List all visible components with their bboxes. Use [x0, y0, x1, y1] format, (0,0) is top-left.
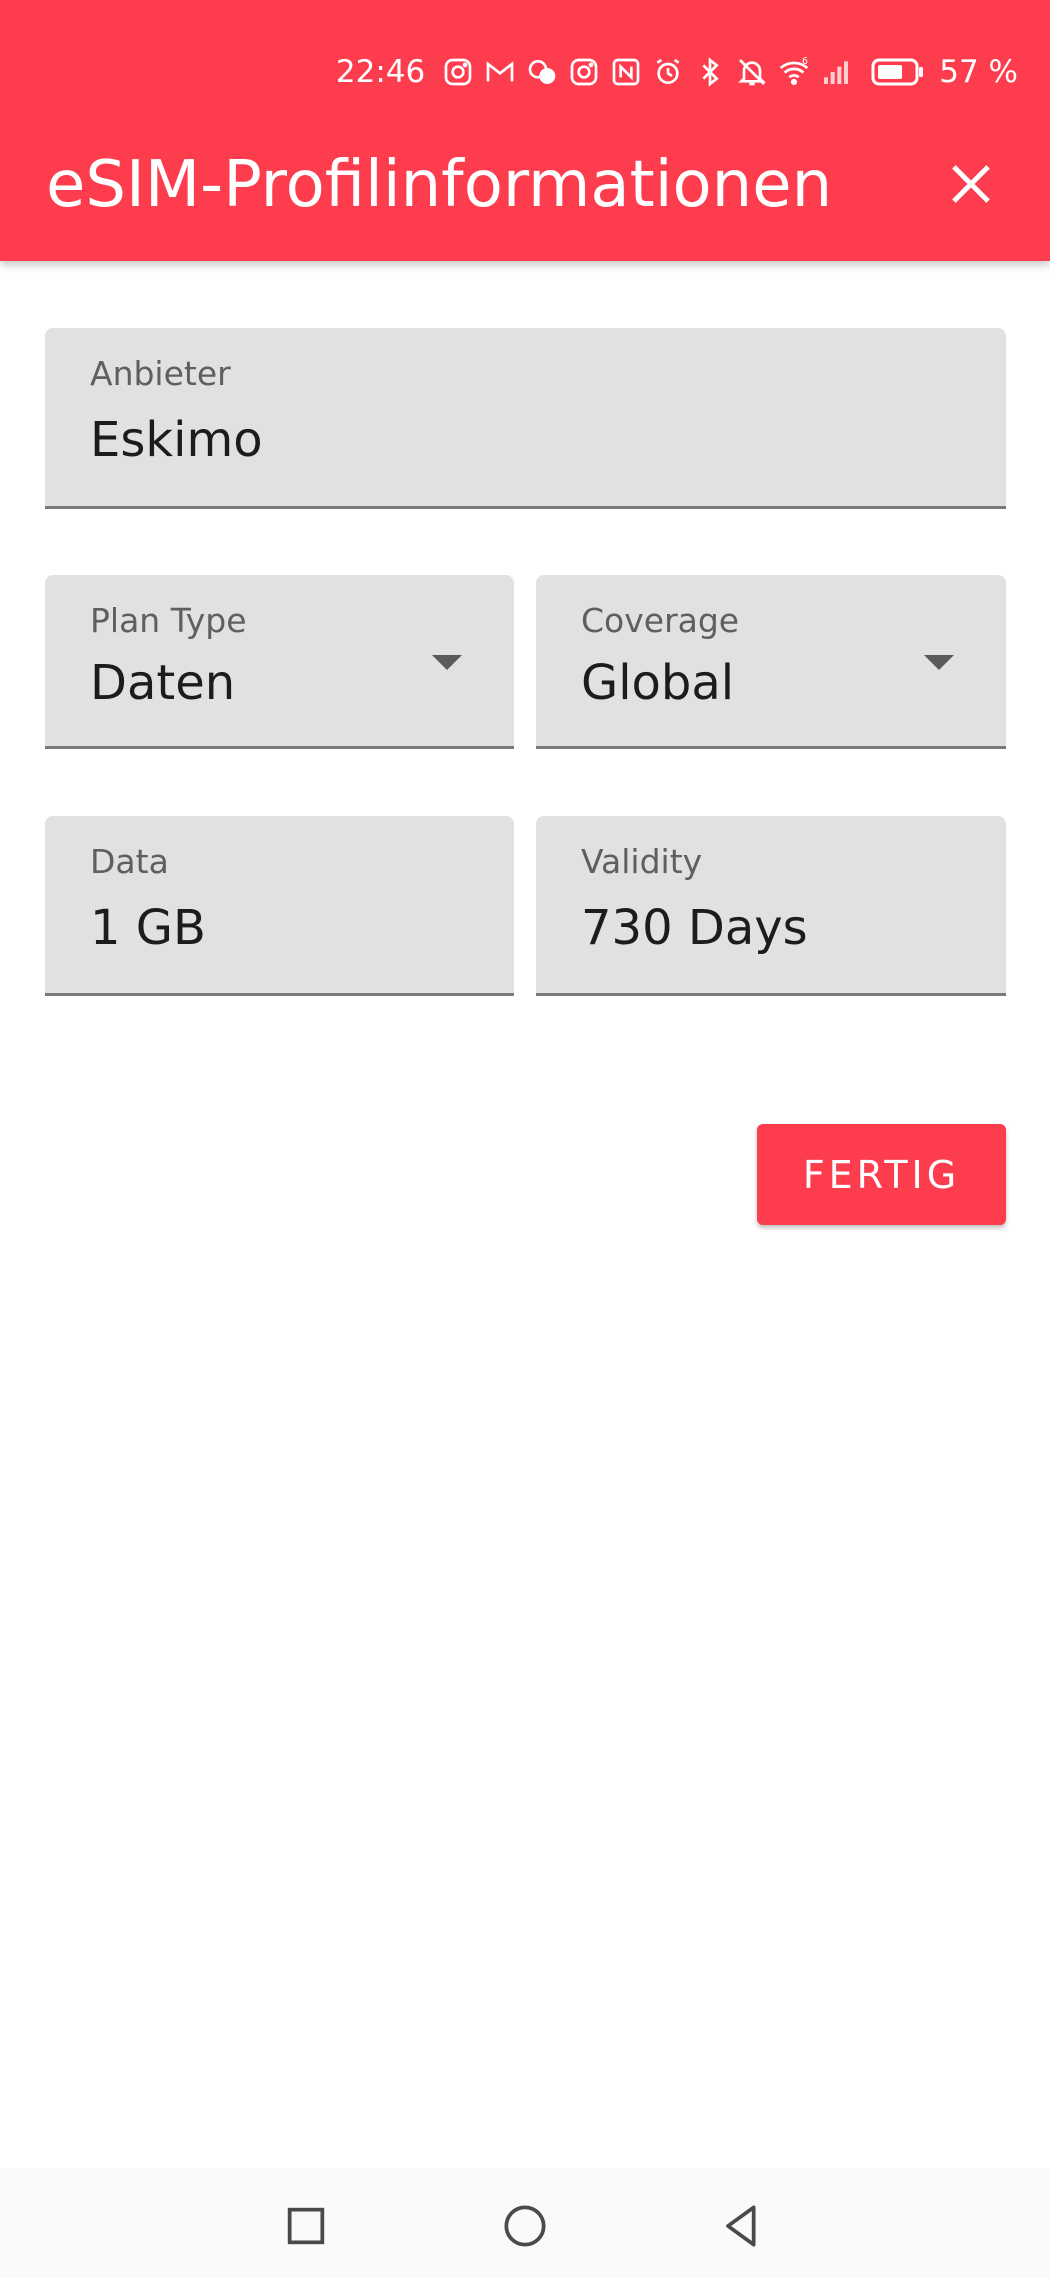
plan-type-select[interactable]: Plan Type Daten — [45, 575, 514, 749]
instagram-icon — [566, 54, 602, 90]
coverage-select[interactable]: Coverage Global — [536, 575, 1006, 749]
data-value: 1 GB — [90, 900, 206, 956]
app-bar: 22:46 6 57 % eSIM-Profilinformationen — [0, 0, 1050, 261]
coverage-label: Coverage — [581, 601, 740, 640]
provider-label: Anbieter — [90, 354, 231, 393]
validity-label: Validity — [581, 842, 703, 881]
bluetooth-icon — [692, 54, 728, 90]
battery-level: 57 % — [939, 54, 1018, 90]
close-button[interactable] — [935, 148, 1007, 220]
page-title: eSIM-Profilinformationen — [46, 148, 833, 222]
home-button[interactable] — [495, 2196, 555, 2256]
coverage-value: Global — [581, 655, 735, 711]
provider-field[interactable]: Anbieter Eskimo — [45, 328, 1006, 509]
data-label: Data — [90, 842, 169, 881]
data-field[interactable]: Data 1 GB — [45, 816, 514, 996]
system-nav-bar — [0, 2168, 1050, 2278]
recents-button[interactable] — [276, 2196, 336, 2256]
app-icon — [524, 54, 560, 90]
done-button[interactable]: FERTIG — [757, 1124, 1006, 1225]
network-badge: 6 — [802, 56, 808, 67]
battery-icon — [871, 57, 925, 87]
plan-type-value: Daten — [90, 655, 236, 711]
recents-square-icon — [287, 2207, 325, 2245]
home-circle-icon — [504, 2205, 546, 2247]
dropdown-arrow-icon — [432, 655, 462, 670]
nfc-icon — [608, 54, 644, 90]
instagram-icon — [440, 54, 476, 90]
plan-type-label: Plan Type — [90, 601, 247, 640]
status-bar: 22:46 6 57 % — [336, 48, 1018, 96]
cell-signal-icon — [818, 54, 854, 90]
close-icon — [952, 165, 990, 203]
gmail-icon — [482, 54, 518, 90]
validity-field[interactable]: Validity 730 Days — [536, 816, 1006, 996]
back-button[interactable] — [712, 2196, 772, 2256]
alarm-icon — [650, 54, 686, 90]
status-time: 22:46 — [335, 54, 426, 90]
bell-off-icon — [734, 54, 770, 90]
validity-value: 730 Days — [581, 900, 808, 956]
back-triangle-icon — [726, 2205, 756, 2247]
wifi-icon: 6 — [776, 54, 812, 90]
dropdown-arrow-icon — [924, 655, 954, 670]
provider-value: Eskimo — [90, 412, 263, 468]
